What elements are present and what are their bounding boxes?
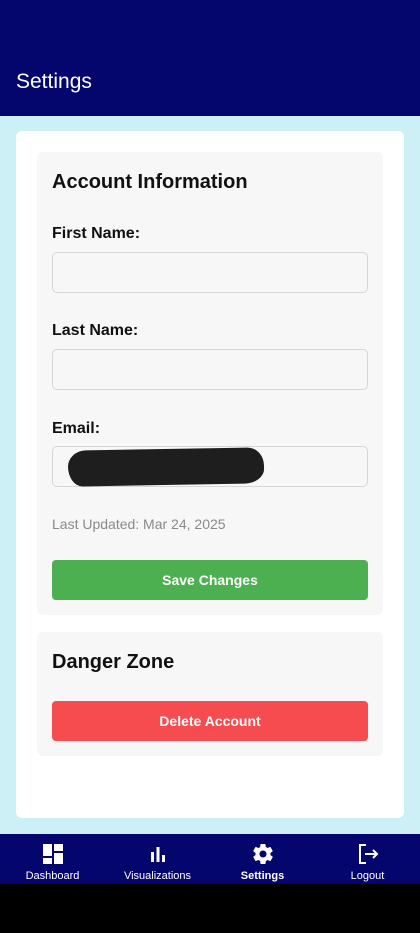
save-changes-button[interactable]: Save Changes — [52, 560, 368, 600]
nav-label-settings: Settings — [240, 870, 285, 882]
account-information-section: Account Information First Name: Last Nam… — [37, 152, 383, 615]
nav-item-settings[interactable]: Settings — [210, 834, 315, 884]
system-navigation-bar — [0, 884, 420, 933]
first-name-label: First Name: — [52, 225, 141, 242]
gear-icon — [251, 842, 275, 866]
last-updated-text: Last Updated: Mar 24, 2025 — [52, 516, 226, 532]
last-name-label: Last Name: — [52, 322, 139, 339]
nav-item-dashboard[interactable]: Dashboard — [0, 834, 105, 884]
last-name-input[interactable] — [52, 349, 368, 390]
redaction-mark — [67, 447, 265, 487]
email-field-wrapper — [52, 446, 368, 487]
danger-section-title: Danger Zone — [52, 651, 175, 673]
page-title: Settings — [16, 70, 92, 93]
nav-label-logout: Logout — [350, 870, 385, 882]
bottom-navigation: Dashboard Visualizations Settings Logout — [0, 834, 420, 884]
bar-chart-icon — [146, 842, 170, 866]
nav-item-visualizations[interactable]: Visualizations — [105, 834, 210, 884]
nav-item-logout[interactable]: Logout — [315, 834, 420, 884]
first-name-input[interactable] — [52, 252, 368, 293]
dashboard-icon — [41, 842, 65, 866]
danger-zone-section: Danger Zone Delete Account — [37, 632, 383, 756]
logout-icon — [356, 842, 380, 866]
nav-label-visualizations: Visualizations — [123, 870, 192, 882]
nav-label-dashboard: Dashboard — [25, 870, 80, 882]
delete-account-button[interactable]: Delete Account — [52, 701, 368, 741]
account-section-title: Account Information — [52, 171, 248, 193]
app-header: Settings — [0, 0, 420, 116]
email-label: Email: — [52, 420, 101, 437]
